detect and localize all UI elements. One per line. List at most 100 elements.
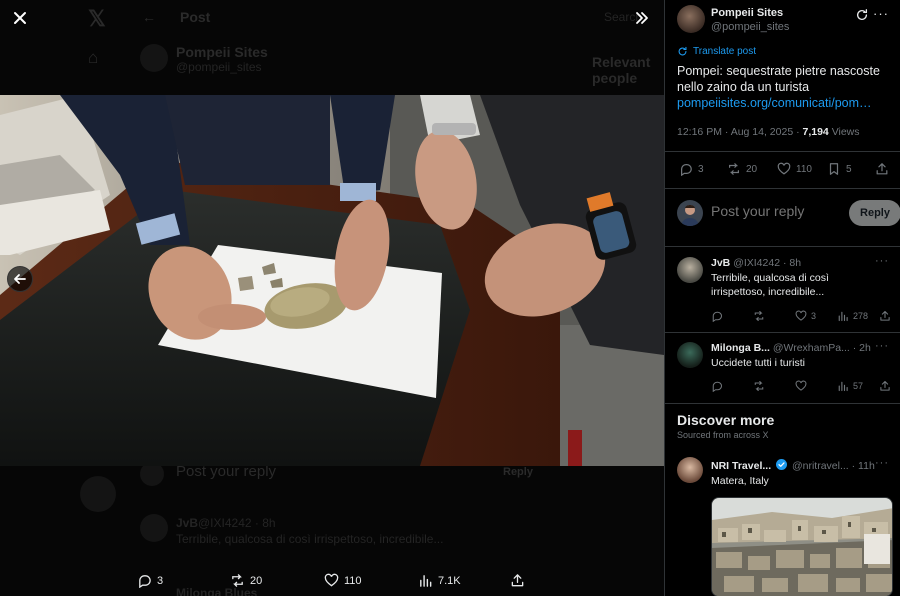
media-like-count: 110 [344,574,362,587]
media-reply-count: 3 [157,574,164,587]
reply-views-count: 57 [853,381,864,391]
more-options-icon[interactable]: ··· [875,340,889,352]
divider [665,188,900,189]
heart-icon [795,310,807,321]
suggested-post[interactable]: NRI Travel... @nritravel... · 11h ··· Ma… [677,457,893,596]
reply-name[interactable]: JvB [711,257,730,269]
analytics-icon [838,381,848,392]
reply-avatar[interactable] [677,342,703,368]
double-chevron-right-icon[interactable] [628,4,656,32]
suggested-avatar[interactable] [677,457,703,483]
repost-count: 20 [746,163,758,175]
reply-reply-button[interactable] [711,310,723,322]
more-options-icon[interactable]: ··· [873,6,889,21]
reply-handle[interactable]: @WrexhamPa... · 2h [773,342,871,354]
translate-label: Translate post [693,46,756,57]
repost-button[interactable]: 20 [727,162,757,176]
post-views-label: Views [828,126,860,138]
background-reply-button: Reply [503,466,533,478]
media-views-button[interactable]: 7.1K [418,573,461,588]
close-icon[interactable] [6,4,34,32]
matera-photo-illustration [712,498,892,596]
reply-views-count: 278 [853,311,869,321]
my-avatar[interactable] [677,200,703,226]
media-viewer: 𝕏 ← Post ⌂ Pompeii Sites @pompeii_sites … [0,0,664,596]
background-reply1-handle: @IXI4242 · 8h [198,516,276,530]
reply-item[interactable]: Milonga B... @WrexhamPa... · 2h ··· Ucci… [677,340,891,398]
background-compose-button [80,476,116,512]
reply-share-button[interactable] [879,310,891,322]
analytics-icon [420,575,432,587]
suggested-name[interactable]: NRI Travel... [711,460,771,472]
post-timestamp[interactable]: 12:16 PM · Aug 14, 2025 · [677,126,803,138]
share-icon [880,310,890,321]
author-handle[interactable]: @pompeii_sites [711,21,789,33]
arrow-left-icon[interactable] [7,266,33,292]
reply-handle[interactable]: @IXI4242 · 8h [733,257,801,269]
reply-actions: 3 278 [711,310,891,324]
reply-icon [139,575,151,588]
media-repost-count: 20 [250,574,263,587]
reply-text: Uccidete tutti i turisti [711,357,805,369]
suggested-handle[interactable]: @nritravel... · 11h [792,460,875,472]
divider [665,403,900,404]
discover-subtitle: Sourced from across X [677,430,769,440]
reply-repost-button[interactable] [753,380,765,392]
heart-icon [795,380,807,391]
like-button[interactable]: 110 [777,162,812,176]
reply-button[interactable]: 3 [679,162,704,176]
media-reply-button[interactable]: 3 [137,573,163,588]
divider [665,151,900,152]
reply-views-button[interactable]: 278 [837,310,868,322]
media-like-button[interactable]: 110 [324,573,362,588]
post-photo[interactable] [0,95,664,466]
background-author-name: Pompeii Sites [176,44,268,60]
background-avatar [140,44,168,72]
background-relevant-label: Relevant people [592,54,651,86]
reply-submit-button[interactable]: Reply [849,200,900,226]
reply-icon [712,311,723,322]
reply-like-button[interactable] [795,380,807,392]
reply-item[interactable]: JvB @IXI4242 · 8h ··· Terribile, qualcos… [677,255,891,327]
reply-like-button[interactable]: 3 [795,310,816,322]
media-repost-button[interactable]: 20 [230,573,262,588]
reply-share-button[interactable] [879,380,891,392]
repost-icon [729,163,739,175]
reply-header: JvB @IXI4242 · 8h [711,257,891,269]
media-share-button[interactable] [510,573,525,588]
post-detail-panel: Pompeii Sites @pompeii_sites ··· Transla… [664,0,900,596]
suggested-header: NRI Travel... @nritravel... · 11h [711,459,891,472]
translate-post-link[interactable]: Translate post [677,46,756,57]
x-logo-icon: 𝕏 [88,6,106,31]
reply-input[interactable] [711,203,841,219]
suggested-image[interactable] [711,497,893,596]
reply-repost-button[interactable] [753,310,765,322]
divider [665,332,900,333]
like-count: 110 [796,163,812,175]
bookmark-button[interactable]: 5 [827,162,852,176]
post-link[interactable]: pompeiisites.org/comunicati/pom… [677,96,891,110]
reply-like-count: 3 [811,311,817,321]
background-reply-avatar [140,514,168,542]
background-reply1-text: Terribile, qualcosa di così irrispettoso… [176,532,444,546]
reply-actions: 57 [711,380,891,394]
reply-avatar[interactable] [677,257,703,283]
reply-text: Terribile, qualcosa di così irrispettoso… [711,272,829,298]
post-header: Pompeii Sites @pompeii_sites ··· [677,5,891,37]
suggested-text: Matera, Italy [711,475,769,487]
reply-views-button[interactable]: 57 [837,380,863,392]
more-options-icon[interactable]: ··· [875,457,889,469]
verified-badge-icon [776,459,788,470]
translate-icon [678,46,687,56]
reply-name[interactable]: Milonga B... [711,342,770,354]
background-author-handle: @pompeii_sites [176,60,262,74]
more-options-icon[interactable]: ··· [875,255,889,267]
repost-icon [754,310,764,322]
reply-reply-button[interactable] [711,380,723,392]
author-name[interactable]: Pompeii Sites [711,7,783,19]
background-reply1-name: JvB [176,516,199,530]
author-avatar[interactable] [677,5,705,33]
grok-icon[interactable] [855,8,869,22]
repost-icon [754,380,764,392]
share-button[interactable] [875,162,889,176]
